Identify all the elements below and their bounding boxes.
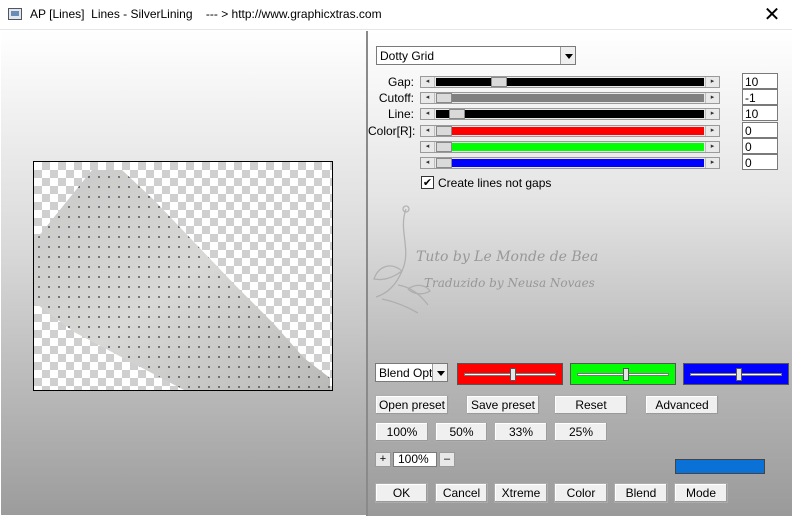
slider-left-arrow-icon[interactable]: ◂ [421,126,435,136]
chevron-down-icon[interactable] [560,47,575,64]
watermark-logo: Tuto by Le Monde de Bea Traduzido by Neu… [373,205,598,314]
slider-left-arrow-icon[interactable]: ◂ [421,142,435,152]
slider-right-arrow-icon[interactable]: ▸ [705,126,719,136]
watermark-line2: Traduzido by Neusa Novaes [424,276,595,290]
slider-left-arrow-icon[interactable]: ◂ [421,77,435,87]
reset-button[interactable]: Reset [554,395,628,415]
slider-value-field[interactable]: 0 [742,154,778,170]
slider-2[interactable]: ◂ ▸ [420,108,720,120]
slider-track[interactable] [436,94,704,102]
blend-slider-thumb[interactable] [510,368,516,381]
open-preset-button[interactable]: Open preset [375,395,449,415]
zoom-33-button[interactable]: 33% [494,422,548,442]
blend-slider-thumb[interactable] [736,368,742,381]
slider-right-arrow-icon[interactable]: ▸ [705,77,719,87]
mode-button[interactable]: Mode [674,483,728,503]
blend-button[interactable]: Blend [614,483,668,503]
window-title: AP [Lines] Lines - SilverLining --- > ht… [30,7,382,21]
chevron-down-icon[interactable] [432,364,447,381]
slider-5[interactable]: ◂ ▸ [420,157,720,169]
create-lines-label: Create lines not gaps [438,176,552,190]
ok-button[interactable]: OK [375,483,428,503]
preview-image [34,170,330,390]
slider-left-arrow-icon[interactable]: ◂ [421,158,435,168]
slider-1[interactable]: ◂ ▸ [420,92,720,104]
create-lines-checkbox[interactable]: ✔ [421,176,434,189]
slider-left-arrow-icon[interactable]: ◂ [421,93,435,103]
zoom-level-field[interactable]: 100% [393,452,437,467]
slider-thumb[interactable] [436,158,452,168]
slider-track[interactable] [436,143,704,151]
save-preset-button[interactable]: Save preset [466,395,540,415]
slider-thumb[interactable] [449,109,465,119]
slider-value-field[interactable]: 10 [742,73,778,89]
preview-pane [1,31,366,515]
effect-dropdown-value: Dotty Grid [380,49,435,63]
preview-canvas[interactable] [33,161,333,391]
slider-right-arrow-icon[interactable]: ▸ [705,93,719,103]
slider-left-arrow-icon[interactable]: ◂ [421,109,435,119]
close-button[interactable]: ✕ [752,0,792,30]
blend-slider-thumb[interactable] [623,368,629,381]
blend-options-dropdown[interactable]: Blend Optio [375,363,448,382]
slider-right-arrow-icon[interactable]: ▸ [705,158,719,168]
blend-color-slider-1[interactable] [570,363,676,385]
slider-0[interactable]: ◂ ▸ [420,76,720,88]
slider-label: Cutoff: [378,91,414,105]
slider-thumb[interactable] [491,77,507,87]
watermark-line1: Tuto by Le Monde de Bea [416,249,598,265]
slider-3[interactable]: ◂ ▸ [420,125,720,137]
slider-value-field[interactable]: -1 [742,89,778,105]
advanced-button[interactable]: Advanced [645,395,719,415]
slider-track[interactable] [436,159,704,167]
title-bar: AP [Lines] Lines - SilverLining --- > ht… [0,0,792,30]
app-icon [8,8,22,20]
zoom-in-button[interactable]: + [375,452,391,467]
slider-thumb[interactable] [436,142,452,152]
color-swatch[interactable] [675,459,765,474]
slider-value-field[interactable]: 0 [742,122,778,138]
zoom-25-button[interactable]: 25% [554,422,608,442]
slider-label: Gap: [387,75,414,89]
slider-label: Line: [387,107,414,121]
slider-right-arrow-icon[interactable]: ▸ [705,142,719,152]
effect-dropdown[interactable]: Dotty Grid [376,46,576,65]
blend-color-slider-2[interactable] [683,363,789,385]
controls-pane: Dotty Grid Gap: ◂ ▸ 10 Cutoff: ◂ ▸ -1 Line: ◂ ▸ 10 C… [368,31,792,516]
slider-value-field[interactable]: 10 [742,105,778,121]
slider-right-arrow-icon[interactable]: ▸ [705,109,719,119]
zoom-50-button[interactable]: 50% [435,422,488,442]
xtreme-button[interactable]: Xtreme [494,483,548,503]
slider-thumb[interactable] [436,126,452,136]
slider-4[interactable]: ◂ ▸ [420,141,720,153]
zoom-100-button[interactable]: 100% [375,422,429,442]
slider-value-field[interactable]: 0 [742,138,778,154]
slider-track[interactable] [436,110,704,118]
slider-track[interactable] [436,127,704,135]
cancel-button[interactable]: Cancel [435,483,488,503]
slider-thumb[interactable] [436,93,452,103]
blend-color-slider-0[interactable] [457,363,563,385]
zoom-out-button[interactable]: – [439,452,455,467]
slider-track[interactable] [436,78,704,86]
color-button[interactable]: Color [554,483,608,503]
slider-label: Color[R]: [368,124,416,138]
